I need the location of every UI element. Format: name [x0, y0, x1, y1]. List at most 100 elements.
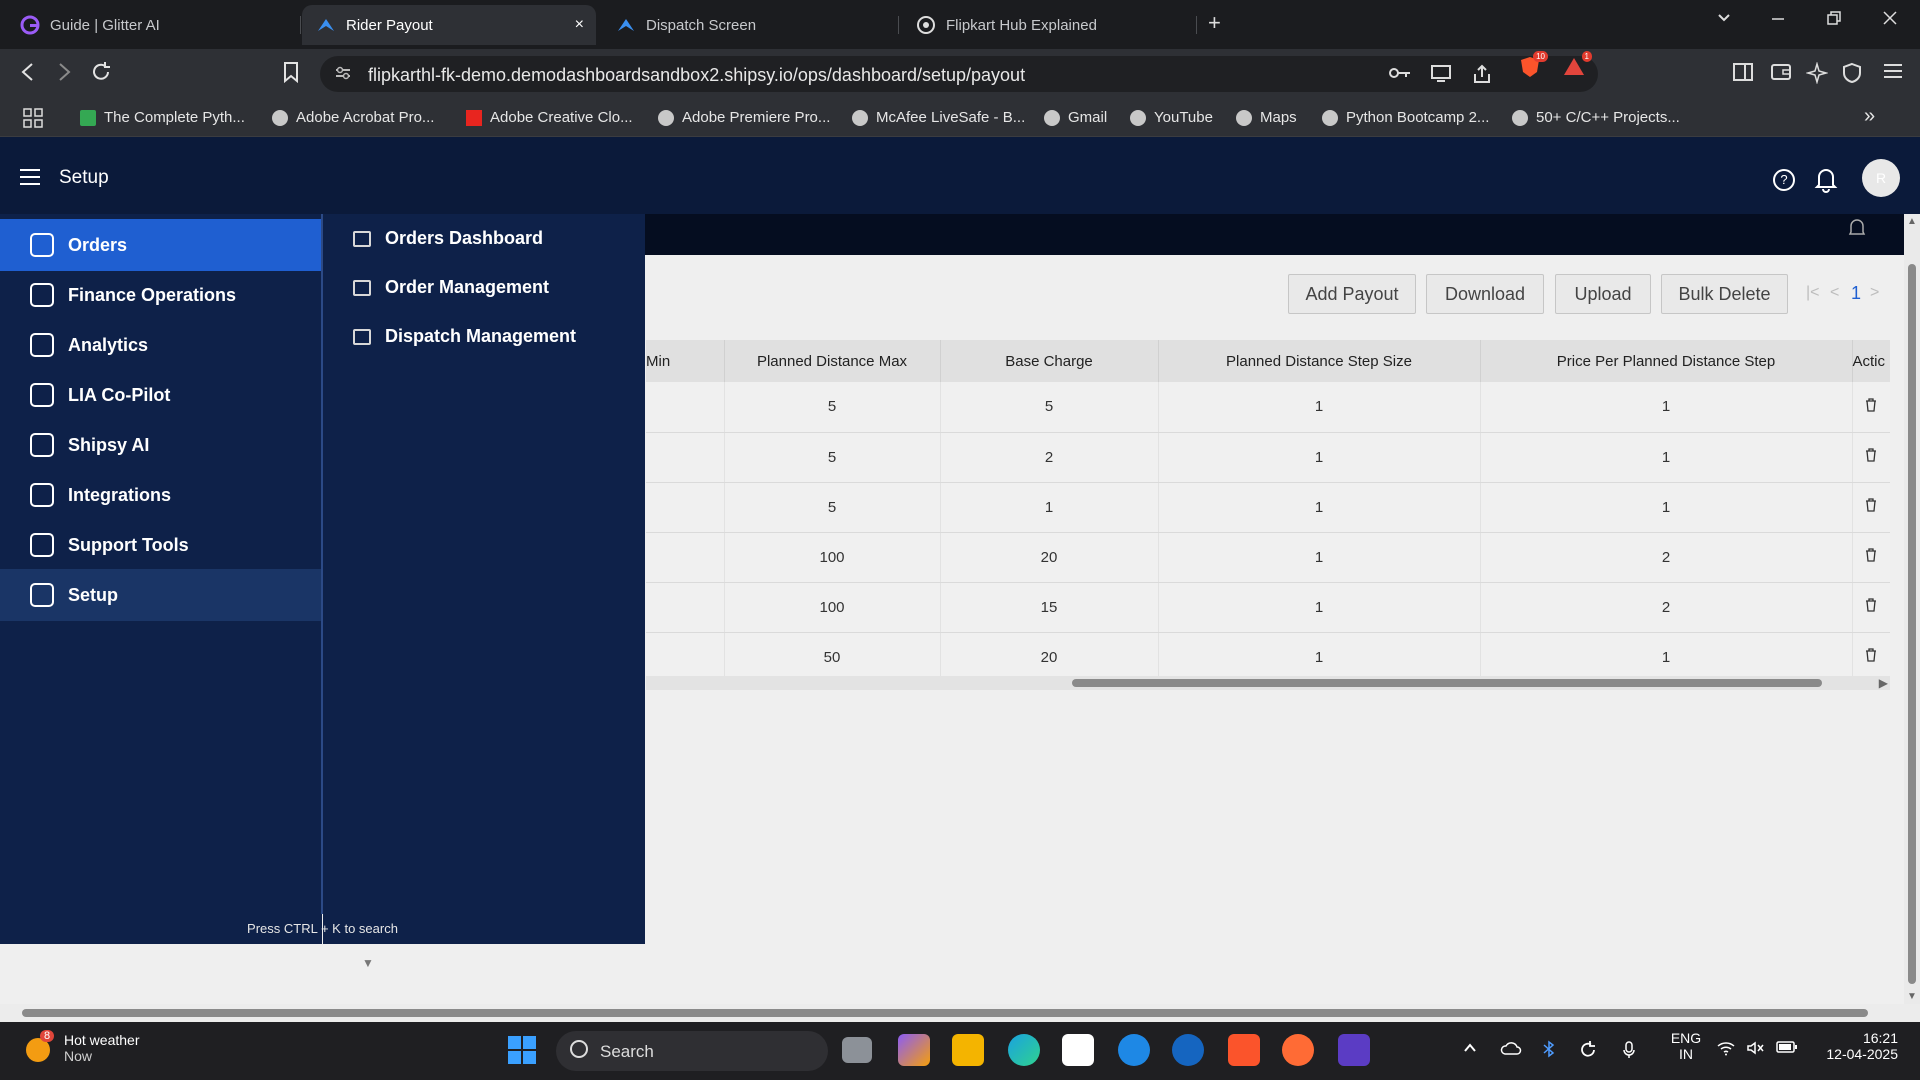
weather-widget[interactable]: 8 Hot weather Now: [26, 1030, 139, 1064]
page-horizontal-scrollbar[interactable]: [0, 1004, 1920, 1022]
table-horizontal-scrollbar[interactable]: ▶: [646, 676, 1890, 690]
bookmark-item[interactable]: Gmail: [1044, 109, 1107, 126]
minimize-icon[interactable]: [1770, 10, 1786, 31]
table-row[interactable]: 5111: [646, 482, 1890, 533]
restore-icon[interactable]: [1826, 10, 1842, 31]
cloud-icon[interactable]: [1500, 1040, 1522, 1061]
upload-button[interactable]: Upload: [1555, 274, 1651, 314]
tab-dispatch-screen[interactable]: Dispatch Screen: [602, 5, 892, 45]
sidebar-item-orders[interactable]: Orders: [0, 219, 322, 271]
delete-row-icon[interactable]: [1865, 448, 1877, 462]
app-icon[interactable]: [1118, 1034, 1150, 1066]
bookmark-item[interactable]: 50+ C/C++ Projects...: [1512, 109, 1680, 126]
bookmark-item[interactable]: Adobe Acrobat Pro...: [272, 109, 434, 126]
app-icon[interactable]: [1172, 1034, 1204, 1066]
battery-icon[interactable]: [1776, 1040, 1798, 1059]
system-clock[interactable]: 16:21 12-04-2025: [1818, 1030, 1898, 1062]
bookmark-item[interactable]: Python Bootcamp 2...: [1322, 109, 1489, 126]
submenu-item-dispatch-management[interactable]: Dispatch Management: [353, 326, 576, 347]
brave-rewards-icon[interactable]: 1: [1562, 51, 1592, 79]
dropdown-caret-icon[interactable]: ▼: [362, 956, 374, 970]
close-window-icon[interactable]: [1882, 10, 1898, 31]
store-icon[interactable]: [1062, 1034, 1094, 1066]
bookmark-item[interactable]: Adobe Creative Clo...: [466, 109, 633, 126]
table-row[interactable]: 5511: [646, 382, 1890, 433]
back-icon[interactable]: [18, 61, 38, 89]
wallet-icon[interactable]: [1770, 62, 1792, 88]
share-icon[interactable]: [1472, 64, 1492, 89]
notification-bell-icon[interactable]: [1814, 165, 1838, 193]
close-tab-icon[interactable]: ×: [575, 16, 584, 34]
sidebar-item-support-tools[interactable]: Support Tools: [0, 519, 322, 571]
avatar[interactable]: R: [1862, 159, 1900, 197]
table-row[interactable]: 100 20 1 2: [646, 532, 1890, 583]
file-explorer-icon[interactable]: [952, 1034, 984, 1066]
sidebar-item-lia-co-pilot[interactable]: LIA Co-Pilot: [0, 369, 322, 421]
task-view-icon[interactable]: [842, 1037, 872, 1063]
download-button[interactable]: Download: [1426, 274, 1544, 314]
glitter-icon[interactable]: [1338, 1034, 1370, 1066]
scroll-right-icon[interactable]: ▶: [1879, 676, 1888, 690]
first-page-icon[interactable]: |<: [1806, 284, 1820, 302]
edge-icon[interactable]: [1008, 1034, 1040, 1066]
forward-icon[interactable]: [54, 61, 74, 89]
bookmark-item[interactable]: YouTube: [1130, 109, 1213, 126]
leo-ai-icon[interactable]: [1805, 61, 1829, 90]
brave-icon[interactable]: [1228, 1034, 1260, 1066]
bookmark-item[interactable]: The Complete Pyth...: [80, 109, 245, 126]
brave-shield-icon[interactable]: 10: [1518, 51, 1548, 79]
delete-row-icon[interactable]: [1865, 498, 1877, 512]
sidebar-item-integrations[interactable]: Integrations: [0, 469, 322, 521]
scrollbar-thumb[interactable]: [1072, 679, 1822, 687]
table-row[interactable]: 100 15 1 2: [646, 582, 1890, 633]
bluetooth-icon[interactable]: [1542, 1040, 1556, 1063]
bookmark-icon[interactable]: [282, 61, 300, 89]
delete-row-icon[interactable]: [1865, 648, 1877, 662]
app-icon[interactable]: [1282, 1034, 1314, 1066]
current-page[interactable]: 1: [1851, 283, 1861, 304]
tab-search-chevron-icon[interactable]: [1716, 10, 1732, 31]
delete-row-icon[interactable]: [1865, 548, 1877, 562]
language-indicator[interactable]: ENG IN: [1666, 1030, 1706, 1062]
sidebar-item-analytics[interactable]: Analytics: [0, 319, 322, 371]
sync-icon[interactable]: [1578, 1040, 1598, 1065]
table-row[interactable]: 50 20 1 1: [646, 632, 1890, 683]
bell-icon[interactable]: [1848, 218, 1866, 238]
hamburger-menu-icon[interactable]: [20, 169, 40, 190]
more-bookmarks-icon[interactable]: »: [1864, 105, 1875, 128]
scrollbar-thumb[interactable]: [22, 1009, 1868, 1017]
sidebar-item-shipsy-ai[interactable]: Shipsy AI: [0, 419, 322, 471]
bookmark-item[interactable]: McAfee LiveSafe - B...: [852, 109, 1025, 126]
tray-chevron-icon[interactable]: [1462, 1040, 1478, 1061]
bookmark-item[interactable]: Adobe Premiere Pro...: [658, 109, 830, 126]
site-settings-icon[interactable]: [334, 64, 352, 87]
sidebar-item-finance-operations[interactable]: Finance Operations: [0, 269, 322, 321]
menu-icon[interactable]: [1882, 62, 1904, 86]
bookmark-item[interactable]: Maps: [1236, 109, 1297, 126]
wifi-icon[interactable]: [1716, 1040, 1736, 1061]
volume-muted-icon[interactable]: [1746, 1040, 1766, 1061]
tab-rider-payout[interactable]: Rider Payout ×: [302, 5, 596, 45]
cast-icon[interactable]: [1430, 64, 1452, 87]
delete-row-icon[interactable]: [1865, 598, 1877, 612]
help-icon[interactable]: ?: [1773, 169, 1795, 191]
microphone-icon[interactable]: [1622, 1040, 1636, 1065]
delete-row-icon[interactable]: [1865, 398, 1877, 412]
tab-glitter[interactable]: Guide | Glitter AI: [6, 5, 296, 45]
add-payout-button[interactable]: Add Payout: [1288, 274, 1416, 314]
sidebar-toggle-icon[interactable]: [1732, 62, 1754, 88]
next-page-icon[interactable]: >: [1870, 284, 1879, 302]
scroll-up-icon[interactable]: ▲: [1907, 216, 1917, 227]
scrollbar-thumb[interactable]: [1908, 264, 1916, 984]
table-row[interactable]: 5211: [646, 432, 1890, 483]
copilot-icon[interactable]: [898, 1034, 930, 1066]
vpn-icon[interactable]: [1842, 62, 1862, 90]
prev-page-icon[interactable]: <: [1830, 284, 1839, 302]
url-bar[interactable]: flipkarthl-fk-demo.demodashboardsandbox2…: [320, 56, 1598, 92]
submenu-item-orders-dashboard[interactable]: Orders Dashboard: [353, 228, 543, 249]
page-vertical-scrollbar[interactable]: ▲ ▼: [1904, 214, 1920, 1004]
new-tab-icon[interactable]: +: [1208, 10, 1221, 36]
key-icon[interactable]: [1388, 64, 1412, 87]
sidebar-item-setup[interactable]: Setup: [0, 569, 322, 621]
tab-flipkart-hub[interactable]: Flipkart Hub Explained: [902, 5, 1192, 45]
